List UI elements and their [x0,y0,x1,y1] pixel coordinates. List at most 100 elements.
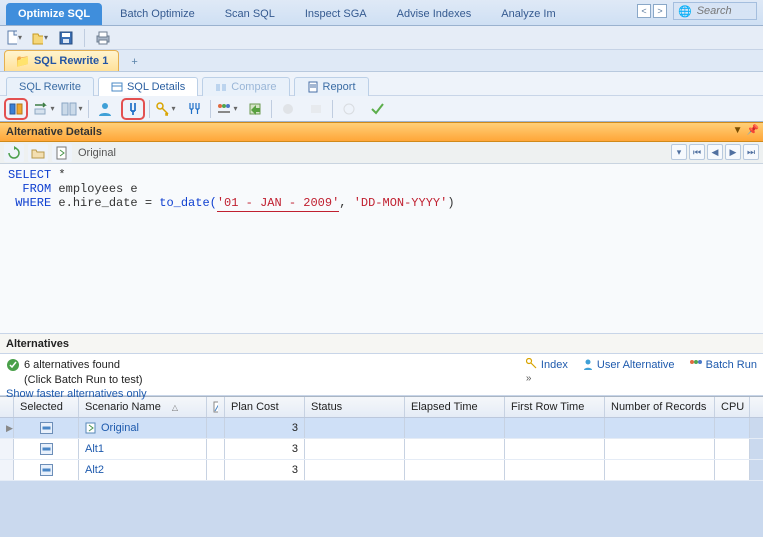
col-header-plan-cost[interactable]: Plan Cost [225,397,305,417]
string-literal: '01 - JAN - 2009' [217,196,339,212]
cell-selected[interactable] [14,439,79,459]
arrow-button[interactable]: ▾ [32,98,56,120]
col-header-icon[interactable] [207,397,225,417]
double-fork-button[interactable] [182,98,206,120]
col-header-records[interactable]: Number of Records [605,397,715,417]
toolbar-divider [271,100,272,118]
add-document-tab[interactable]: + [123,53,145,71]
sub-tab-report[interactable]: Report [294,77,369,96]
user-button[interactable] [93,98,117,120]
sort-asc-icon: △ [172,403,178,412]
batch-run-button[interactable]: ▾ [215,98,239,120]
new-file-button[interactable]: ▾ [6,30,22,46]
cell-elapsed [405,460,505,480]
key-button[interactable]: ▾ [154,98,178,120]
dropdown-icon[interactable]: ▼ [733,125,743,136]
refresh-button[interactable] [4,144,24,162]
sub-tab-sql-details[interactable]: SQL Details [98,77,198,96]
script-button[interactable] [52,144,72,162]
tab-advise-indexes[interactable]: Advise Indexes [385,3,484,25]
cell-selected[interactable] [14,460,79,480]
col-header-scenario[interactable]: Scenario Name △ [79,397,207,417]
string-literal: 'DD-MON-YYYY' [354,196,448,210]
sub-tab-label: Compare [231,81,276,93]
tab-inspect-sga[interactable]: Inspect SGA [293,3,379,25]
open-file-button[interactable]: ▾ [32,30,48,46]
col-header-elapsed[interactable]: Elapsed Time [405,397,505,417]
user-alternative-link[interactable]: User Alternative [582,358,675,371]
check-button[interactable] [365,98,389,120]
save-button[interactable] [58,30,74,46]
sub-tab-compare[interactable]: Compare [202,77,289,96]
cell-first-row-time [505,418,605,438]
keyword-select: SELECT [8,168,51,182]
nav-prev-button[interactable]: < [637,4,651,18]
cell-selected[interactable] [14,418,79,438]
cell-cpu [715,418,750,438]
nav-prev-button[interactable]: ◀ [707,144,723,160]
row-handle[interactable] [0,439,14,459]
toolbar-divider [84,29,85,47]
pin-icon[interactable]: 📌 [747,125,759,136]
col-header-first-row[interactable]: First Row Time [505,397,605,417]
col-header-cpu[interactable]: CPU [715,397,750,417]
tab-optimize-sql[interactable]: Optimize SQL [6,3,102,25]
success-icon [6,358,20,372]
alternatives-found-text: 6 alternatives found [24,359,120,371]
cell-status [305,418,405,438]
code-text: employees e [51,182,137,196]
table-row[interactable]: ▶ Original 3 [0,418,763,439]
row-handle[interactable] [0,460,14,480]
cell-records [605,418,715,438]
cell-status [305,460,405,480]
cell-scenario-name[interactable]: Alt2 [79,460,207,480]
cell-first-row-time [505,439,605,459]
tab-scan-sql[interactable]: Scan SQL [213,3,287,25]
cell-plan-cost: 3 [225,418,305,438]
tab-analyze-impact[interactable]: Analyze Im [489,3,567,25]
sub-tab-bar: SQL Rewrite SQL Details Compare Report [0,72,763,96]
cell-scenario-name[interactable]: Original [79,418,207,438]
tuning-fork-button[interactable] [121,98,145,120]
table-row[interactable]: Alt1 3 [0,439,763,460]
table-row[interactable]: Alt2 3 [0,460,763,481]
section-title: Alternatives [6,338,69,350]
layout-button[interactable]: ▾ [60,98,84,120]
row-handle-header [0,397,14,417]
nav-next-button[interactable]: > [653,4,667,18]
optimize-button[interactable] [4,98,28,120]
disabled-button-3 [337,98,361,120]
cell-elapsed [405,418,505,438]
search-input[interactable] [695,4,745,18]
alternatives-section-header: Alternatives [0,334,763,354]
grid-header-row: Selected Scenario Name △ Plan Cost Statu… [0,397,763,418]
row-handle[interactable]: ▶ [0,418,14,438]
code-dropdown-button[interactable]: ▾ [671,144,687,160]
deploy-button[interactable] [243,98,267,120]
sql-action-toolbar: ▾ ▾ ▾ ▾ [0,96,763,122]
folder-button[interactable] [28,144,48,162]
col-header-status[interactable]: Status [305,397,405,417]
cell-scenario-name[interactable]: Alt1 [79,439,207,459]
scenario-name-text: Original [101,422,139,434]
print-button[interactable] [95,30,111,46]
sql-code-area[interactable]: SELECT * FROM employees e WHERE e.hire_d… [0,164,763,334]
hint-text: (Click Batch Run to test) [6,374,147,386]
col-header-selected[interactable]: Selected [14,397,79,417]
nav-first-button[interactable]: ⏮ [689,144,705,160]
search-box[interactable]: 🌐 [673,2,757,20]
tab-batch-optimize[interactable]: Batch Optimize [108,3,207,25]
nav-next-button[interactable]: ▶ [725,144,741,160]
toolbar-divider [149,100,150,118]
batch-run-link[interactable]: Batch Run [689,358,757,371]
doc-tab-sql-rewrite-1[interactable]: 📁 SQL Rewrite 1 [4,50,119,71]
toolbar-divider [88,100,89,118]
nav-last-button[interactable]: ⏭ [743,144,759,160]
sub-tab-label: Report [323,81,356,93]
index-link[interactable]: Index [526,358,568,371]
sub-tab-label: SQL Details [127,81,185,93]
col-label: Scenario Name [85,401,161,413]
sub-tab-sql-rewrite[interactable]: SQL Rewrite [6,77,94,96]
document-tab-bar: 📁 SQL Rewrite 1 + [0,50,763,72]
expand-chevron[interactable]: » [526,373,532,384]
